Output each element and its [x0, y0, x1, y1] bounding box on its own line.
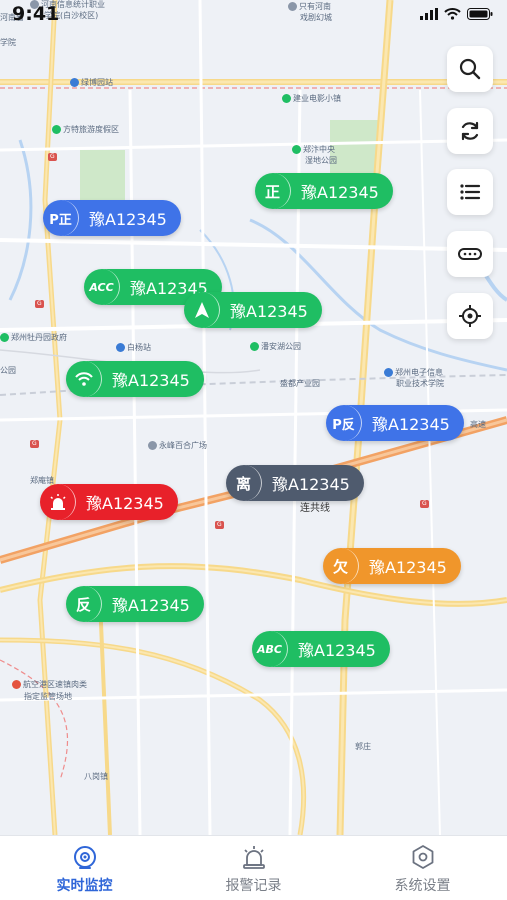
map-label: 郑州电子信息: [384, 368, 443, 378]
map-label: 高速: [470, 420, 486, 429]
location-pin-icon: [12, 680, 21, 689]
vehicle-status-badge: P正: [43, 200, 79, 236]
vehicle-marker[interactable]: 豫A12345: [40, 484, 178, 520]
alarm-light-icon: [49, 494, 66, 510]
poi-icon: [384, 368, 393, 377]
vehicle-status-badge: P反: [326, 405, 362, 441]
monitor-icon: [73, 846, 96, 869]
vehicle-plate: 豫A12345: [230, 302, 308, 321]
locate-button[interactable]: [447, 293, 493, 339]
vehicle-marker[interactable]: 反 豫A12345: [66, 586, 204, 622]
map-label: 湿地公园: [305, 156, 337, 165]
vehicle-plate: 豫A12345: [86, 494, 164, 513]
locate-icon: [459, 305, 481, 327]
vehicle-status-badge: [66, 361, 102, 397]
poi-icon: [148, 441, 157, 450]
search-button[interactable]: [447, 46, 493, 92]
map-label: 潘安湖公园: [250, 342, 301, 352]
road-shield: G: [215, 521, 224, 529]
map-label: 公园: [0, 366, 16, 375]
cellular-signal-icon: [420, 8, 438, 20]
vehicle-plate: 豫A12345: [272, 475, 350, 494]
vehicle-plate: 豫A12345: [369, 558, 447, 577]
tab-alarm-records[interactable]: 报警记录: [169, 836, 338, 900]
metro-icon: [70, 78, 79, 87]
bottom-tab-bar: 实时监控 报警记录 系统设置: [0, 835, 507, 900]
map-label: 白杨站: [116, 343, 151, 353]
vehicle-status-badge: ACC: [84, 269, 120, 305]
status-time: 9:41: [12, 3, 60, 25]
vehicle-marker[interactable]: ABC 豫A12345: [252, 631, 390, 667]
vehicle-status-badge: [40, 484, 76, 520]
metro-icon: [116, 343, 125, 352]
vehicle-marker[interactable]: P正 豫A12345: [43, 200, 181, 236]
vehicle-plate: 豫A12345: [301, 183, 379, 202]
vehicle-marker[interactable]: 豫A12345: [184, 292, 322, 328]
poi-icon: [292, 145, 301, 154]
vehicle-status-badge: 正: [255, 173, 291, 209]
list-icon: [460, 184, 481, 200]
poi-icon: [52, 125, 61, 134]
vehicle-status-badge: 离: [226, 465, 262, 501]
vehicle-marker[interactable]: 豫A12345: [66, 361, 204, 397]
map-label: 方特旅游度假区: [52, 125, 119, 135]
map-label: 连共线: [300, 503, 330, 514]
status-bar: 9:41: [0, 0, 507, 30]
status-icons: [420, 8, 493, 20]
poi-icon: [282, 94, 291, 103]
map-label: 永峰百合广场: [148, 441, 207, 451]
more-icon: [458, 248, 482, 260]
map-label: 八岗镇: [84, 772, 108, 781]
tab-label: 实时监控: [56, 878, 113, 894]
map-label: 郑州牡丹园政府: [0, 333, 67, 343]
vehicle-marker[interactable]: 欠 豫A12345: [323, 548, 461, 584]
map-label: 建业电影小镇: [282, 94, 341, 104]
map-label: 职业技术学院: [396, 379, 444, 388]
refresh-icon: [461, 121, 479, 141]
road-shield: G: [420, 500, 429, 508]
map-label: 指定监管场地: [24, 692, 72, 701]
more-button[interactable]: [447, 231, 493, 277]
poi-icon: [0, 333, 9, 342]
vehicle-plate: 豫A12345: [112, 596, 190, 615]
road-shield: G: [30, 440, 39, 448]
refresh-button[interactable]: [447, 108, 493, 154]
alarm-icon: [242, 846, 265, 869]
map-label: 盛都产业园: [280, 379, 320, 388]
vehicle-plate: 豫A12345: [298, 641, 376, 660]
map-label: 郭庄: [355, 742, 371, 751]
vehicle-plate: 豫A12345: [112, 371, 190, 390]
settings-icon: [412, 845, 433, 869]
vehicle-plate: 豫A12345: [372, 415, 450, 434]
navigation-arrow-icon: [194, 302, 209, 318]
vehicle-marker[interactable]: 正 豫A12345: [255, 173, 393, 209]
vehicle-plate: 豫A12345: [89, 210, 167, 229]
map-label: 郑汴中央: [292, 145, 335, 155]
map-label: 绿博园站: [70, 78, 113, 88]
vehicle-status-badge: ABC: [252, 631, 288, 667]
vehicle-marker[interactable]: P反 豫A12345: [326, 405, 464, 441]
tab-realtime-monitor[interactable]: 实时监控: [0, 836, 169, 900]
tab-system-settings[interactable]: 系统设置: [338, 836, 507, 900]
vehicle-status-badge: 欠: [323, 548, 359, 584]
list-button[interactable]: [447, 169, 493, 215]
vehicle-marker[interactable]: 离 豫A12345: [226, 465, 364, 501]
search-icon: [459, 58, 481, 80]
poi-icon: [250, 342, 259, 351]
road-shield: G: [35, 300, 44, 308]
vehicle-status-badge: [184, 292, 220, 328]
wifi-icon: [444, 8, 461, 20]
vehicle-status-badge: 反: [66, 586, 102, 622]
battery-icon: [467, 8, 493, 20]
tab-label: 报警记录: [225, 878, 282, 894]
tab-label: 系统设置: [394, 878, 451, 894]
wifi-signal-icon: [74, 372, 93, 386]
map-label: 航空港区速镇肉类: [12, 680, 87, 690]
road-shield: G: [48, 153, 57, 161]
map-label: 学院: [0, 38, 16, 47]
